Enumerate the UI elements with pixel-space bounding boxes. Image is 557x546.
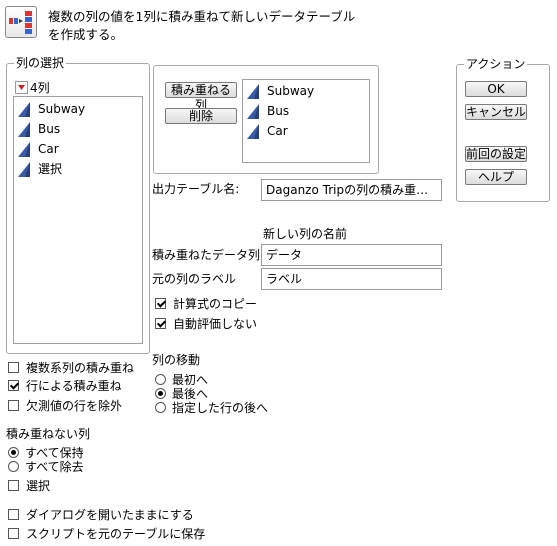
ok-button[interactable]: OK	[465, 81, 527, 97]
multi-series-checkbox[interactable]: 複数系列の積み重ね	[8, 358, 134, 376]
description-line-1: 複数の列の値を1列に積み重ねて新しいデータテーブル	[48, 9, 356, 24]
stack-columns-icon	[5, 6, 37, 38]
select-checkbox[interactable]: 選択	[8, 476, 50, 494]
checkbox-unchecked[interactable]	[8, 479, 19, 491]
source-label-column-label: 元の列のラベル	[152, 272, 237, 286]
cancel-button[interactable]: キャンセル	[465, 104, 527, 120]
stacked-data-column-field[interactable]: データ	[261, 244, 442, 266]
select-columns-title: 列の選択	[14, 55, 67, 71]
stack-by-row-checkbox[interactable]: 行による積み重ね	[8, 376, 122, 394]
no-auto-eval-checkbox[interactable]: 自動評価しない	[155, 314, 257, 332]
description-line-2: を作成する。	[48, 27, 124, 42]
checkbox-unchecked[interactable]	[8, 361, 19, 373]
radio-selected[interactable]	[155, 387, 166, 399]
output-table-name-field[interactable]: Daganzo Tripの列の積み重…	[261, 179, 442, 201]
drop-missing-checkbox[interactable]: 欠測値の行を除外	[8, 396, 122, 414]
continuous-column-icon	[18, 102, 31, 117]
remove-button[interactable]: 削除	[165, 108, 237, 124]
checkbox-unchecked[interactable]	[8, 527, 19, 539]
list-item[interactable]: Bus	[243, 101, 369, 121]
column-list[interactable]: Subway Bus Car 選択	[13, 96, 143, 344]
stack-columns-button[interactable]: 積み重ねる列	[165, 82, 237, 112]
stacked-data-column-label: 積み重ねたデータ列	[152, 248, 261, 262]
red-triangle-icon[interactable]	[15, 81, 28, 94]
checkbox-checked[interactable]	[8, 379, 19, 391]
new-column-name-heading: 新しい列の名前	[263, 227, 348, 241]
copy-formula-checkbox[interactable]: 計算式のコピー	[155, 294, 257, 312]
list-item[interactable]: Bus	[14, 119, 142, 139]
continuous-column-icon	[247, 104, 260, 119]
keep-dialog-open-checkbox[interactable]: ダイアログを開いたままにする	[8, 505, 194, 523]
list-item[interactable]: Car	[243, 121, 369, 141]
drop-all-radio[interactable]: すべて除去	[8, 457, 84, 475]
list-item[interactable]: 選択	[14, 159, 142, 179]
checkbox-unchecked[interactable]	[8, 508, 19, 520]
column-count-label: 4列	[30, 81, 50, 95]
continuous-column-icon	[18, 122, 31, 137]
continuous-column-icon	[247, 124, 260, 139]
save-script-checkbox[interactable]: スクリプトを元のテーブルに保存	[8, 524, 205, 542]
continuous-column-icon	[247, 84, 260, 99]
radio-unselected[interactable]	[155, 401, 166, 413]
checkbox-checked[interactable]	[155, 297, 166, 309]
list-item[interactable]: Subway	[14, 99, 142, 119]
column-count-dropdown[interactable]: 4列	[15, 79, 50, 96]
output-table-name-label: 出力テーブル名:	[152, 182, 240, 196]
continuous-column-icon	[18, 162, 31, 177]
action-title: アクション	[464, 56, 528, 72]
non-stacked-columns-title: 積み重ねない列	[6, 427, 91, 441]
move-after-radio[interactable]: 指定した行の後へ	[155, 398, 268, 416]
radio-unselected[interactable]	[8, 460, 19, 472]
list-item[interactable]: Car	[14, 139, 142, 159]
continuous-column-icon	[18, 142, 31, 157]
source-label-column-field[interactable]: ラベル	[261, 268, 442, 290]
radio-selected[interactable]	[8, 446, 19, 458]
move-columns-title: 列の移動	[152, 353, 201, 367]
checkbox-unchecked[interactable]	[8, 399, 19, 411]
list-item[interactable]: Subway	[243, 81, 369, 101]
recall-button[interactable]: 前回の設定	[465, 146, 527, 162]
help-button[interactable]: ヘルプ	[465, 169, 527, 185]
radio-unselected[interactable]	[155, 373, 166, 385]
checkbox-checked[interactable]	[155, 317, 166, 329]
stack-columns-list[interactable]: Subway Bus Car	[242, 79, 370, 163]
